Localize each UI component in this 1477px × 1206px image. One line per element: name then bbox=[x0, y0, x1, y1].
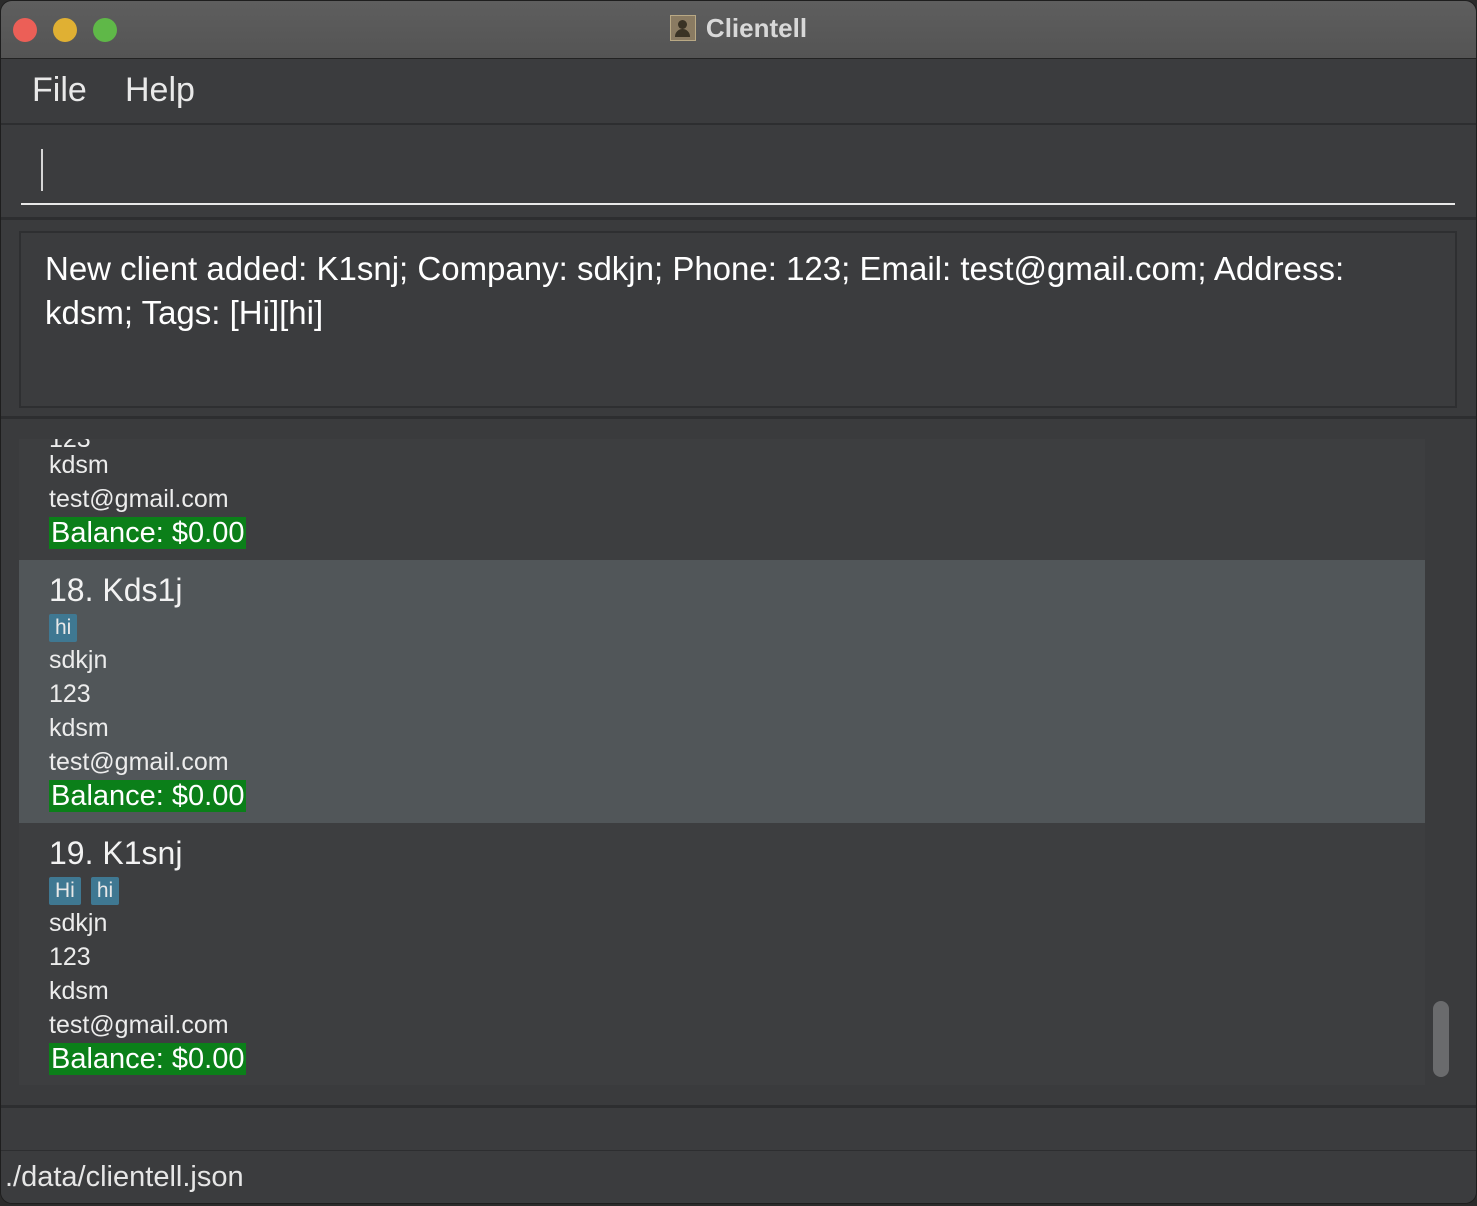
client-tag: hi bbox=[49, 614, 78, 642]
command-input[interactable] bbox=[21, 125, 1455, 205]
client-list-panel: 123 kdsm test@gmail.com Balance: $0.00 1… bbox=[1, 419, 1476, 1105]
client-email: test@gmail.com bbox=[49, 485, 229, 513]
client-name: 18. Kds1j bbox=[49, 572, 183, 608]
client-card[interactable]: 19. K1snj Hi hi sdkjn 123 kdsm test@gmail… bbox=[19, 823, 1425, 1085]
menu-help[interactable]: Help bbox=[125, 71, 195, 110]
client-address: kdsm bbox=[49, 977, 109, 1005]
command-area bbox=[1, 125, 1476, 220]
client-tags: hi bbox=[49, 612, 87, 642]
client-company: sdkjn bbox=[49, 909, 108, 937]
client-card-selected[interactable]: 18. Kds1j hi sdkjn 123 kdsm test@gmail.c… bbox=[19, 560, 1425, 823]
client-card[interactable]: 123 kdsm test@gmail.com Balance: $0.00 bbox=[19, 439, 1425, 560]
title-bar: Clientell bbox=[1, 1, 1476, 59]
spacer-bar bbox=[1, 1108, 1476, 1152]
client-balance: Balance: $0.00 bbox=[49, 1043, 247, 1076]
client-list[interactable]: 123 kdsm test@gmail.com Balance: $0.00 1… bbox=[19, 439, 1425, 1085]
status-bar: ./data/clientell.json bbox=[1, 1151, 1476, 1203]
text-caret bbox=[41, 149, 43, 191]
client-email: test@gmail.com bbox=[49, 1011, 229, 1039]
menu-file[interactable]: File bbox=[32, 71, 87, 110]
client-address: kdsm bbox=[49, 451, 109, 479]
client-name: 19. K1snj bbox=[49, 835, 183, 871]
scrollbar-thumb[interactable] bbox=[1433, 1001, 1449, 1077]
balance-badge: Balance: $0.00 bbox=[49, 517, 247, 549]
client-tags: Hi hi bbox=[49, 875, 129, 905]
client-address: kdsm bbox=[49, 714, 109, 742]
balance-badge: Balance: $0.00 bbox=[49, 780, 247, 812]
client-tag: hi bbox=[90, 877, 120, 905]
client-balance: Balance: $0.00 bbox=[49, 517, 247, 550]
client-tag: Hi bbox=[49, 877, 81, 905]
data-file-path: ./data/clientell.json bbox=[5, 1161, 244, 1193]
client-phone: 123 bbox=[49, 680, 91, 708]
window-title: Clientell bbox=[705, 13, 808, 43]
client-company: sdkjn bbox=[49, 646, 108, 674]
client-phone: 123 bbox=[49, 943, 91, 971]
app-window: Clientell File Help New client added: K1… bbox=[0, 0, 1477, 1204]
result-display: New client added: K1snj; Company: sdkjn;… bbox=[19, 231, 1457, 408]
contacts-book-icon bbox=[669, 15, 696, 41]
client-balance: Balance: $0.00 bbox=[49, 780, 247, 813]
balance-badge: Balance: $0.00 bbox=[49, 1043, 247, 1075]
menu-bar: File Help bbox=[1, 59, 1476, 125]
window-title-wrap: Clientell bbox=[1, 13, 1476, 44]
result-message: New client added: K1snj; Company: sdkjn;… bbox=[45, 250, 1345, 331]
list-scrollbar[interactable] bbox=[1429, 439, 1453, 1085]
client-email: test@gmail.com bbox=[49, 748, 229, 776]
